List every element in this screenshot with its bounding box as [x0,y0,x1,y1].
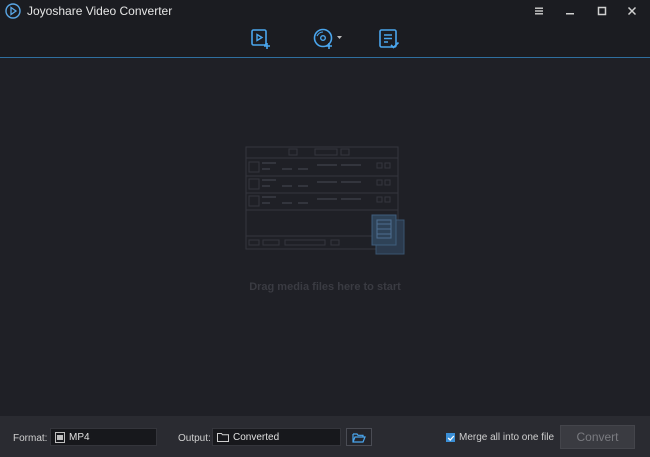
maximize-icon [597,6,607,16]
browse-output-button[interactable] [346,428,372,446]
drop-area[interactable]: Drag media files here to start [0,58,650,416]
bottom-bar: Format: MP4 Output: Converted Merge all … [0,416,650,457]
merge-option[interactable]: Merge all into one file [446,432,554,443]
title-bar: Joyoshare Video Converter [0,0,650,22]
history-list-icon [379,29,400,49]
add-dvd-button[interactable] [312,27,342,51]
maximize-button[interactable] [587,1,617,21]
merge-checkbox[interactable] [446,433,455,442]
drop-hint-text: Drag media files here to start [249,281,401,293]
hamburger-icon [535,7,543,15]
add-video-icon [251,29,270,49]
app-title: Joyoshare Video Converter [27,4,173,18]
menu-button[interactable] [524,1,554,21]
merge-label: Merge all into one file [459,432,555,443]
minimize-button[interactable] [555,1,585,21]
add-dvd-icon [313,28,342,49]
minimize-icon [566,13,574,15]
folder-icon [217,432,229,442]
convert-button[interactable]: Convert [560,425,635,449]
output-field[interactable]: Converted [212,428,341,446]
close-icon [627,6,637,16]
open-folder-icon [352,432,366,443]
format-label: Format: [13,433,48,444]
output-label: Output: [178,433,211,444]
checkmark-icon [447,435,454,441]
format-value: MP4 [69,431,90,443]
history-list-button[interactable] [377,27,401,51]
toolbar [0,22,650,58]
format-field[interactable]: MP4 [50,428,157,446]
app-logo-icon [5,3,21,19]
output-value: Converted [233,431,280,443]
file-format-icon [55,431,65,443]
close-button[interactable] [617,1,647,21]
drop-files-illustration-icon [245,146,405,255]
add-video-button[interactable] [249,27,273,51]
